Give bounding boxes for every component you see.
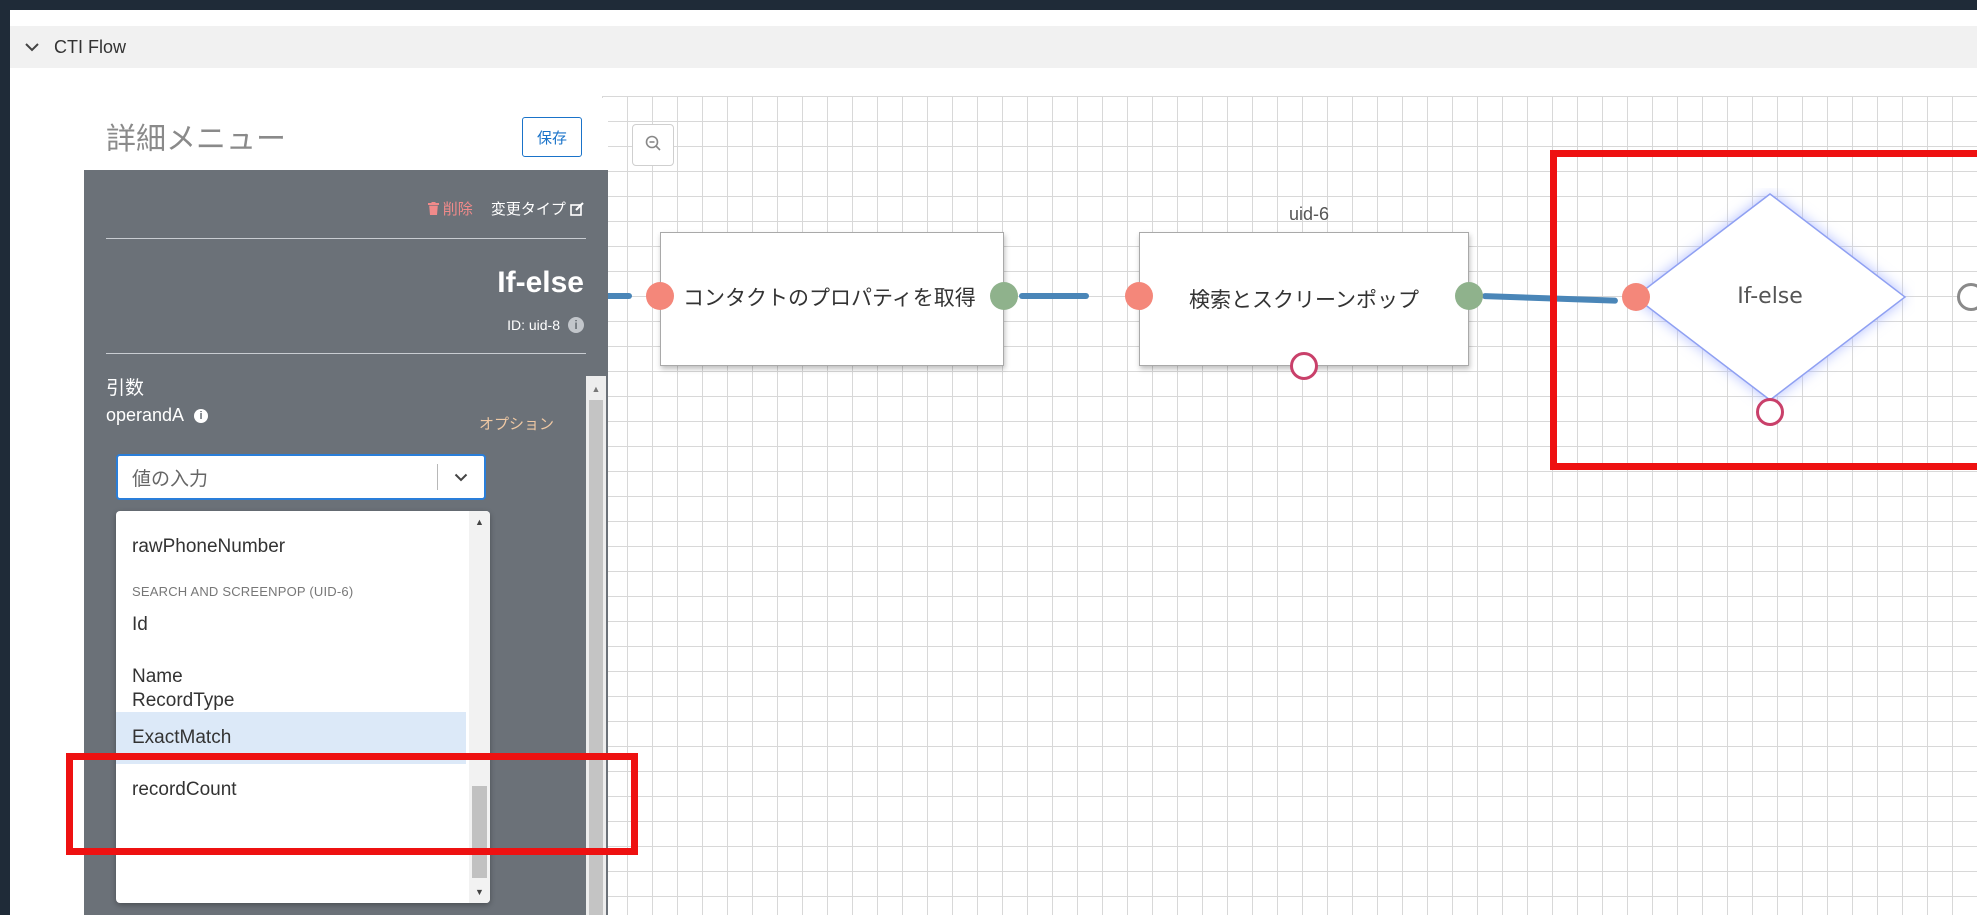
arguments-label: 引数 [106,378,145,399]
section-title: CTI Flow [54,36,126,57]
detail-panel-header: 詳細メニュー 保存 [84,98,608,170]
flow-canvas[interactable]: コンタクトのプロパティを取得 uid-6 検索とスクリーンポップ If-else [602,96,1977,915]
panel-scrollbar[interactable]: ▲ [586,376,606,915]
dropdown-option[interactable]: Id [116,599,466,651]
zoom-out-button[interactable] [632,124,674,166]
scroll-down-icon[interactable]: ▼ [469,887,490,897]
node-output-port[interactable] [990,282,1018,310]
node-input-port[interactable] [646,282,674,310]
value-input-placeholder: 値の入力 [132,468,209,490]
node-action-row: 削除 変更タイプ [427,198,584,219]
zoom-out-icon [644,134,662,156]
divider [106,353,586,354]
info-icon[interactable]: i [568,317,584,333]
dropdown-option-selected[interactable]: ExactMatch [116,712,466,764]
scrollbar-thumb[interactable] [472,786,487,878]
node-id-text: ID: uid-8 [507,317,560,333]
cti-flow-section-header[interactable]: CTI Flow [10,26,1977,68]
node-name: If-else [497,266,584,299]
dropdown-option[interactable]: recordCount [116,764,466,816]
save-button[interactable]: 保存 [522,117,582,157]
connector-wire [1019,293,1089,299]
change-type-label: 変更タイプ [490,201,566,218]
detail-panel-title: 詳細メニュー [106,123,286,156]
scroll-up-icon[interactable]: ▲ [469,517,490,527]
flow-node-search-screenpop[interactable]: 検索とスクリーンポップ [1139,232,1469,366]
node-label: If-else [1737,284,1803,309]
node-error-port[interactable] [1756,398,1784,426]
node-uid-label: uid-6 [1289,204,1330,224]
connector-wire [1481,293,1619,304]
dropdown-option[interactable]: rawPhoneNumber [116,521,466,573]
chevron-down-icon[interactable] [438,473,484,482]
node-error-port[interactable] [1290,352,1318,380]
dropdown-option[interactable]: RecordType [116,682,466,712]
chevron-down-icon[interactable] [24,42,50,52]
node-input-port[interactable] [1125,282,1153,310]
node-output-port[interactable] [1957,283,1977,311]
node-input-port[interactable] [1622,283,1650,311]
dropdown-group-header: SEARCH AND SCREENPOP (UID-6) [132,584,354,599]
divider [106,238,586,239]
flow-node-if-else[interactable]: If-else [1625,188,1915,406]
scrollbar-thumb[interactable] [589,400,603,915]
node-label: コンタクトのプロパティを取得 [683,287,976,311]
trash-icon [427,201,443,218]
delete-label: 削除 [442,201,473,218]
scroll-up-icon[interactable]: ▲ [586,384,606,394]
option-link[interactable]: オプション [479,413,554,434]
node-output-port[interactable] [1455,282,1483,310]
flow-node-get-contact-properties[interactable]: コンタクトのプロパティを取得 [660,232,1004,366]
operand-dropdown-list[interactable]: rawPhoneNumber SEARCH AND SCREENPOP (UID… [116,511,490,903]
info-icon[interactable]: i [194,408,209,423]
operand-label: operandA i [106,405,209,426]
operand-value-input[interactable]: 値の入力 [116,454,486,500]
edit-icon [570,201,584,218]
change-type-button[interactable]: 変更タイプ [491,198,584,219]
node-id: ID: uid-8 i [507,317,584,333]
node-label: 検索とスクリーンポップ [1189,289,1419,312]
app-frame: CTI Flow コンタクトのプロパティを取得 uid-6 検索とスクリーンポッ… [10,10,1977,915]
dropdown-scrollbar[interactable]: ▲ ▼ [469,511,490,903]
delete-button[interactable]: 削除 [427,198,473,219]
operand-label-text: operandA [106,405,185,425]
detail-panel: 詳細メニュー 保存 削除 変更タイプ If-else ID: uid-8 i 引… [84,98,608,915]
